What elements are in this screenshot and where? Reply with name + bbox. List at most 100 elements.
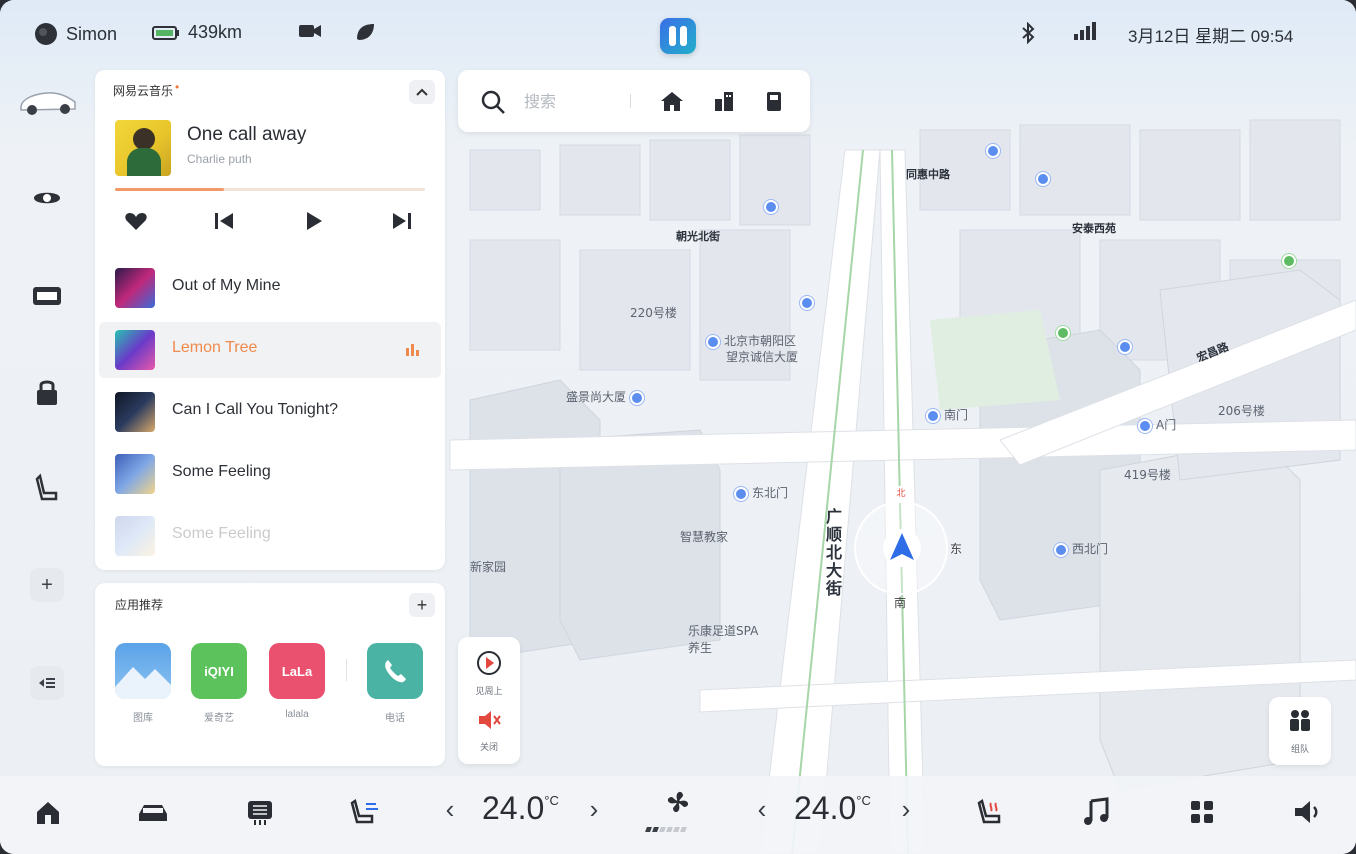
playlist-item-active[interactable]: Lemon Tree bbox=[99, 322, 441, 378]
map-pin-icon[interactable] bbox=[1036, 172, 1050, 186]
fan-level-bar bbox=[673, 827, 680, 832]
right-temp-down-button[interactable]: ‹ bbox=[752, 794, 772, 825]
car-model-icon[interactable] bbox=[16, 80, 80, 120]
home-nav-button[interactable] bbox=[28, 792, 68, 832]
dashcam-icon[interactable] bbox=[298, 22, 322, 40]
status-bar: Simon 439km 3月12日 星期二 09:54 bbox=[0, 0, 1356, 66]
home-button[interactable] bbox=[658, 88, 686, 114]
fan-button[interactable] bbox=[658, 782, 698, 822]
map-tool-2[interactable]: 关闭 bbox=[458, 707, 520, 753]
equalizer-icon bbox=[406, 344, 419, 356]
previous-button[interactable] bbox=[207, 206, 241, 236]
iqiyi-icon: iQIYI bbox=[191, 643, 247, 699]
temp-unit: °C bbox=[544, 793, 559, 809]
lock-icon[interactable] bbox=[24, 372, 70, 412]
apps-title: 应用推荐 bbox=[115, 598, 164, 612]
temp-unit: °C bbox=[856, 793, 871, 809]
defrost-icon bbox=[248, 801, 272, 825]
building-icon bbox=[715, 92, 733, 111]
search-icon[interactable] bbox=[480, 89, 506, 115]
volume-button[interactable] bbox=[1288, 792, 1328, 832]
team-button[interactable]: 组队 bbox=[1269, 697, 1331, 765]
left-temperature[interactable]: 24.0°C bbox=[482, 790, 559, 827]
charging-button[interactable] bbox=[760, 88, 788, 114]
album-art[interactable] bbox=[115, 120, 171, 176]
app-lalala[interactable]: LaLa lalala bbox=[267, 643, 327, 720]
map-poi[interactable]: 盛景尚大厦 bbox=[566, 388, 648, 405]
playlist-item[interactable]: Some Feeling bbox=[99, 508, 441, 564]
map-pin-icon bbox=[1138, 418, 1152, 433]
track-thumbnail bbox=[115, 392, 155, 432]
seat-icon[interactable] bbox=[24, 468, 70, 508]
home-icon bbox=[661, 92, 683, 111]
left-temp-up-button[interactable]: › bbox=[584, 794, 604, 825]
rear-defrost-button[interactable] bbox=[240, 792, 280, 832]
vehicle-button[interactable] bbox=[133, 792, 173, 832]
map-poi[interactable]: A门 bbox=[1138, 416, 1176, 433]
bluetooth-icon[interactable] bbox=[1020, 22, 1036, 44]
team-icon bbox=[1290, 710, 1310, 731]
road-label: 广顺北大街 bbox=[826, 507, 843, 598]
right-temp-up-button[interactable]: › bbox=[896, 794, 916, 825]
search-input[interactable] bbox=[524, 90, 624, 112]
user-profile[interactable]: Simon bbox=[34, 22, 117, 46]
map-pin-icon[interactable] bbox=[764, 200, 778, 214]
music-button[interactable] bbox=[1076, 792, 1116, 832]
fan-level-bar bbox=[666, 827, 673, 832]
fan-level-indicator[interactable] bbox=[645, 827, 687, 832]
skip-previous-icon bbox=[215, 213, 233, 229]
map-pin-icon[interactable] bbox=[1282, 254, 1296, 268]
music-card: 网易云音乐 • One call away Charlie puth Out of… bbox=[95, 70, 445, 570]
music-app-label: 网易云音乐 bbox=[113, 84, 174, 98]
app-recommendations-card: 应用推荐 + 图库 iQIYI 爱奇艺 LaLa lalala 电话 bbox=[95, 583, 445, 766]
music-app-name[interactable]: 网易云音乐 • bbox=[113, 80, 180, 99]
eco-leaf-icon[interactable] bbox=[354, 22, 376, 42]
playlist-item[interactable]: Can I Call You Tonight? bbox=[99, 384, 441, 440]
playlist-item[interactable]: Out of My Mine bbox=[99, 260, 441, 316]
map-pin-icon[interactable] bbox=[800, 296, 814, 310]
seat-airflow-icon bbox=[350, 798, 378, 824]
map-pin-icon[interactable] bbox=[1056, 326, 1070, 340]
app-gallery[interactable]: 图库 bbox=[113, 643, 173, 724]
like-button[interactable] bbox=[119, 206, 153, 236]
map-pin-icon bbox=[630, 390, 645, 405]
map-pin-icon[interactable] bbox=[1118, 340, 1132, 354]
seat-heat-icon bbox=[977, 798, 1001, 824]
camera-360-icon[interactable] bbox=[24, 178, 70, 218]
map-poi[interactable]: 西北门 bbox=[1054, 540, 1108, 557]
add-app-button[interactable]: + bbox=[409, 593, 435, 617]
collapse-panel-button[interactable] bbox=[30, 666, 64, 700]
fan-level-bar bbox=[652, 827, 659, 832]
home-icon bbox=[37, 802, 59, 824]
seat-climate-button[interactable] bbox=[346, 792, 386, 832]
playback-progress[interactable] bbox=[115, 188, 425, 191]
seat-heating-button[interactable] bbox=[972, 792, 1012, 832]
dashcam-icon[interactable] bbox=[24, 276, 70, 316]
map-poi[interactable]: 北京市朝阳区 bbox=[706, 332, 796, 349]
play-button[interactable] bbox=[297, 206, 331, 236]
notification-dot-icon: • bbox=[175, 80, 180, 94]
map-poi[interactable]: 东北门 bbox=[734, 484, 788, 501]
skip-next-icon bbox=[393, 213, 411, 229]
right-temperature[interactable]: 24.0°C bbox=[794, 790, 871, 827]
map-label: 206号楼 bbox=[1218, 404, 1265, 418]
compass-south: 南 bbox=[894, 596, 907, 610]
track-title: Lemon Tree bbox=[172, 339, 258, 356]
company-button[interactable] bbox=[710, 88, 738, 114]
map-pin-icon[interactable] bbox=[986, 144, 1000, 158]
map-label: 智慧教家 bbox=[680, 530, 729, 544]
apps-button[interactable] bbox=[1182, 792, 1222, 832]
add-shortcut-button[interactable]: + bbox=[30, 568, 64, 602]
map-pin-icon bbox=[1054, 542, 1068, 557]
app-iqiyi[interactable]: iQIYI 爱奇艺 bbox=[189, 643, 249, 724]
app-logo-icon[interactable] bbox=[660, 18, 696, 54]
left-temp-down-button[interactable]: ‹ bbox=[440, 794, 460, 825]
next-button[interactable] bbox=[385, 206, 419, 236]
gallery-icon bbox=[115, 643, 171, 699]
collapse-button[interactable] bbox=[409, 80, 435, 104]
playlist-item[interactable]: Some Feeling bbox=[99, 446, 441, 502]
map-poi[interactable]: 南门 bbox=[926, 406, 968, 423]
map-tool-1[interactable]: 见周上 bbox=[458, 649, 520, 697]
app-phone[interactable]: 电话 bbox=[365, 643, 425, 724]
range-indicator: 439km bbox=[152, 22, 242, 43]
